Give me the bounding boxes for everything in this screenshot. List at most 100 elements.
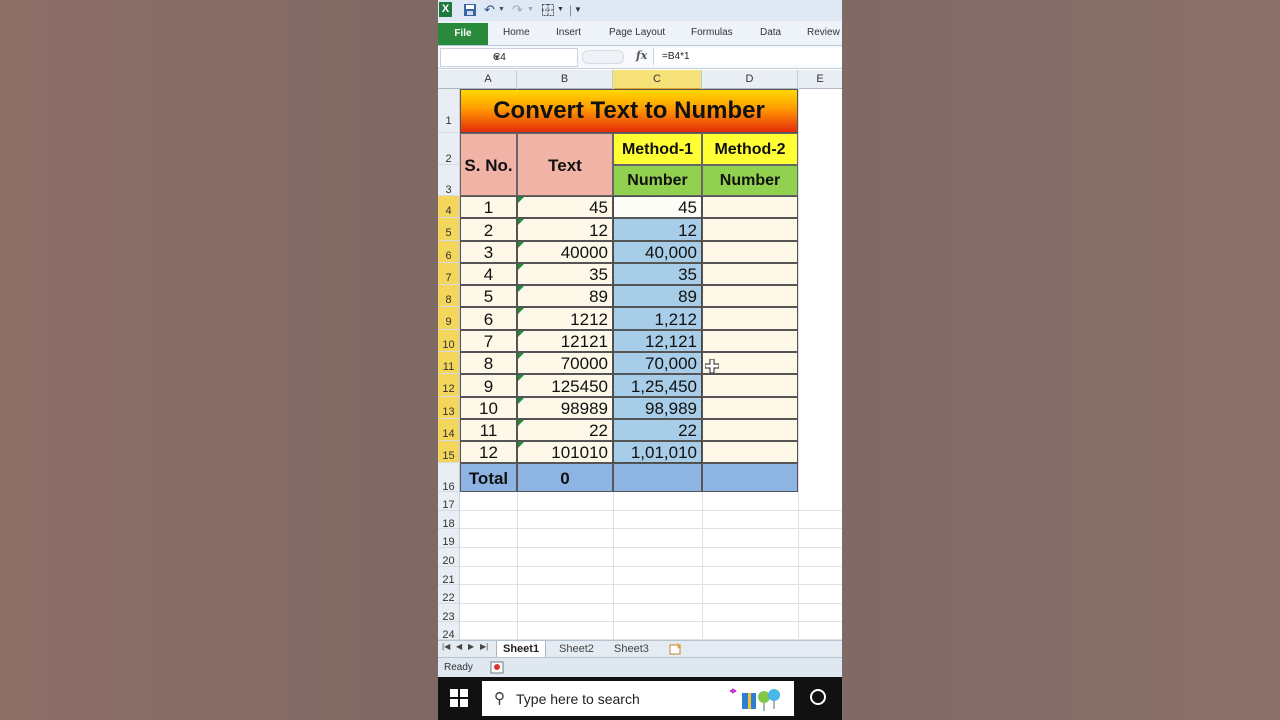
sheet-tab-sheet2[interactable]: Sheet2 — [553, 641, 600, 657]
borders-icon[interactable] — [542, 4, 554, 16]
last-sheet-icon[interactable]: ▶| — [480, 642, 488, 651]
formula-input[interactable]: =B4*1 — [653, 48, 842, 65]
cell-method-2-number[interactable] — [702, 330, 798, 352]
excel-logo-icon[interactable]: X — [439, 2, 452, 17]
row-header-23[interactable]: 23 — [438, 604, 460, 623]
row-header-16[interactable]: 16 — [438, 463, 460, 493]
cell-sno[interactable]: 12 — [460, 441, 517, 463]
taskbar-search-box[interactable]: ⚲ Type here to search — [482, 681, 794, 716]
row-header-5[interactable]: 5 — [438, 218, 460, 241]
row-header-18[interactable]: 18 — [438, 511, 460, 530]
cell-sno[interactable]: 5 — [460, 285, 517, 307]
cell-method-2-number[interactable] — [702, 285, 798, 307]
cell-method-1-number[interactable]: 1,01,010 — [613, 441, 702, 463]
cell-sno[interactable]: 2 — [460, 218, 517, 241]
insert-sheet-icon[interactable] — [669, 643, 683, 655]
cell-method-1-number[interactable]: 40,000 — [613, 241, 702, 263]
macro-record-icon[interactable] — [490, 661, 504, 674]
row-header-17[interactable]: 17 — [438, 492, 460, 511]
cell-text-value[interactable]: 1212 — [517, 307, 613, 330]
header-text[interactable]: Text — [517, 133, 613, 196]
row-header-9[interactable]: 9 — [438, 307, 460, 330]
cell-text-value[interactable]: 22 — [517, 419, 613, 441]
cell-text-value[interactable]: 35 — [517, 263, 613, 285]
first-sheet-icon[interactable]: |◀ — [442, 642, 450, 651]
cortana-icon[interactable] — [810, 689, 826, 705]
sheet-tab-sheet1[interactable]: Sheet1 — [496, 641, 547, 658]
title-cell[interactable]: Convert Text to Number — [460, 89, 798, 133]
undo-icon[interactable]: ↶ — [484, 3, 495, 17]
tab-formulas[interactable]: Formulas — [691, 27, 733, 38]
header-sno[interactable]: S. No. — [460, 133, 517, 196]
cell-sno[interactable]: 9 — [460, 374, 517, 397]
column-header-a[interactable]: A — [460, 70, 517, 89]
cell-method-2-number[interactable] — [702, 218, 798, 241]
column-header-d[interactable]: D — [702, 70, 798, 89]
error-indicator-icon[interactable] — [518, 308, 524, 314]
insert-function-icon[interactable]: fx — [636, 49, 647, 62]
cell-text-value[interactable]: 89 — [517, 285, 613, 307]
row-header-21[interactable]: 21 — [438, 567, 460, 586]
cell-text-value[interactable]: 12 — [517, 218, 613, 241]
error-indicator-icon[interactable] — [518, 442, 524, 448]
cell-sno[interactable]: 3 — [460, 241, 517, 263]
cell-text-value[interactable]: 101010 — [517, 441, 613, 463]
row-header-14[interactable]: 14 — [438, 419, 460, 441]
error-indicator-icon[interactable] — [518, 420, 524, 426]
next-sheet-icon[interactable]: ▶ — [468, 642, 474, 651]
cell-method-1-number[interactable]: 70,000 — [613, 352, 702, 374]
cell-method-1-number[interactable]: 45 — [613, 196, 702, 218]
error-indicator-icon[interactable] — [518, 331, 524, 337]
row-header-8[interactable]: 8 — [438, 285, 460, 307]
prev-sheet-icon[interactable]: ◀ — [456, 642, 462, 651]
error-indicator-icon[interactable] — [518, 264, 524, 270]
cell-method-2-number[interactable] — [702, 397, 798, 419]
cell-text-value[interactable]: 45 — [517, 196, 613, 218]
tab-data[interactable]: Data — [760, 27, 781, 38]
total-value[interactable]: 0 — [517, 463, 613, 492]
row-header-13[interactable]: 13 — [438, 397, 460, 419]
windows-start-icon[interactable] — [450, 689, 468, 707]
cell-method-2-number[interactable] — [702, 441, 798, 463]
error-indicator-icon[interactable] — [518, 242, 524, 248]
total-label[interactable]: Total — [460, 463, 517, 492]
cell-method-2-number[interactable] — [702, 241, 798, 263]
column-header-e[interactable]: E — [798, 70, 842, 89]
cell-sno[interactable]: 11 — [460, 419, 517, 441]
name-box[interactable]: C4 ▼ — [440, 48, 578, 67]
select-all-corner[interactable] — [438, 70, 461, 89]
cell-method-1-number[interactable]: 89 — [613, 285, 702, 307]
redo-dropdown-icon[interactable]: ▼ — [527, 3, 534, 17]
cell-text-value[interactable]: 70000 — [517, 352, 613, 374]
row-header-20[interactable]: 20 — [438, 548, 460, 567]
total-method-1-cell[interactable] — [613, 463, 702, 492]
error-indicator-icon[interactable] — [518, 353, 524, 359]
cell-sno[interactable]: 8 — [460, 352, 517, 374]
cell-sno[interactable]: 10 — [460, 397, 517, 419]
cell-sno[interactable]: 1 — [460, 196, 517, 218]
row-header-19[interactable]: 19 — [438, 529, 460, 548]
cell-method-2-number[interactable] — [702, 263, 798, 285]
cell-method-1-number[interactable]: 12,121 — [613, 330, 702, 352]
borders-dropdown-icon[interactable]: ▼ — [557, 3, 564, 17]
formula-bar-resize-handle[interactable] — [582, 50, 624, 64]
tab-review[interactable]: Review — [807, 27, 840, 38]
row-header-6[interactable]: 6 — [438, 241, 460, 263]
row-header-1[interactable]: 1 — [438, 89, 460, 133]
row-header-12[interactable]: 12 — [438, 374, 460, 397]
row-header-3[interactable]: 3 — [438, 165, 460, 196]
row-header-24[interactable]: 24 — [438, 622, 460, 641]
cell-text-value[interactable]: 40000 — [517, 241, 613, 263]
error-indicator-icon[interactable] — [518, 197, 524, 203]
row-header-4[interactable]: 4 — [438, 196, 460, 218]
error-indicator-icon[interactable] — [518, 219, 524, 225]
name-box-dropdown-icon[interactable]: ▼ — [493, 49, 573, 66]
tab-page-layout[interactable]: Page Layout — [609, 27, 665, 38]
cell-text-value[interactable]: 12121 — [517, 330, 613, 352]
header-method-1[interactable]: Method-1 — [613, 133, 702, 165]
column-header-c[interactable]: C — [613, 70, 702, 90]
column-header-b[interactable]: B — [517, 70, 613, 89]
sheet-tab-sheet3[interactable]: Sheet3 — [608, 641, 655, 657]
cell-text-value[interactable]: 125450 — [517, 374, 613, 397]
cell-method-2-number[interactable] — [702, 419, 798, 441]
